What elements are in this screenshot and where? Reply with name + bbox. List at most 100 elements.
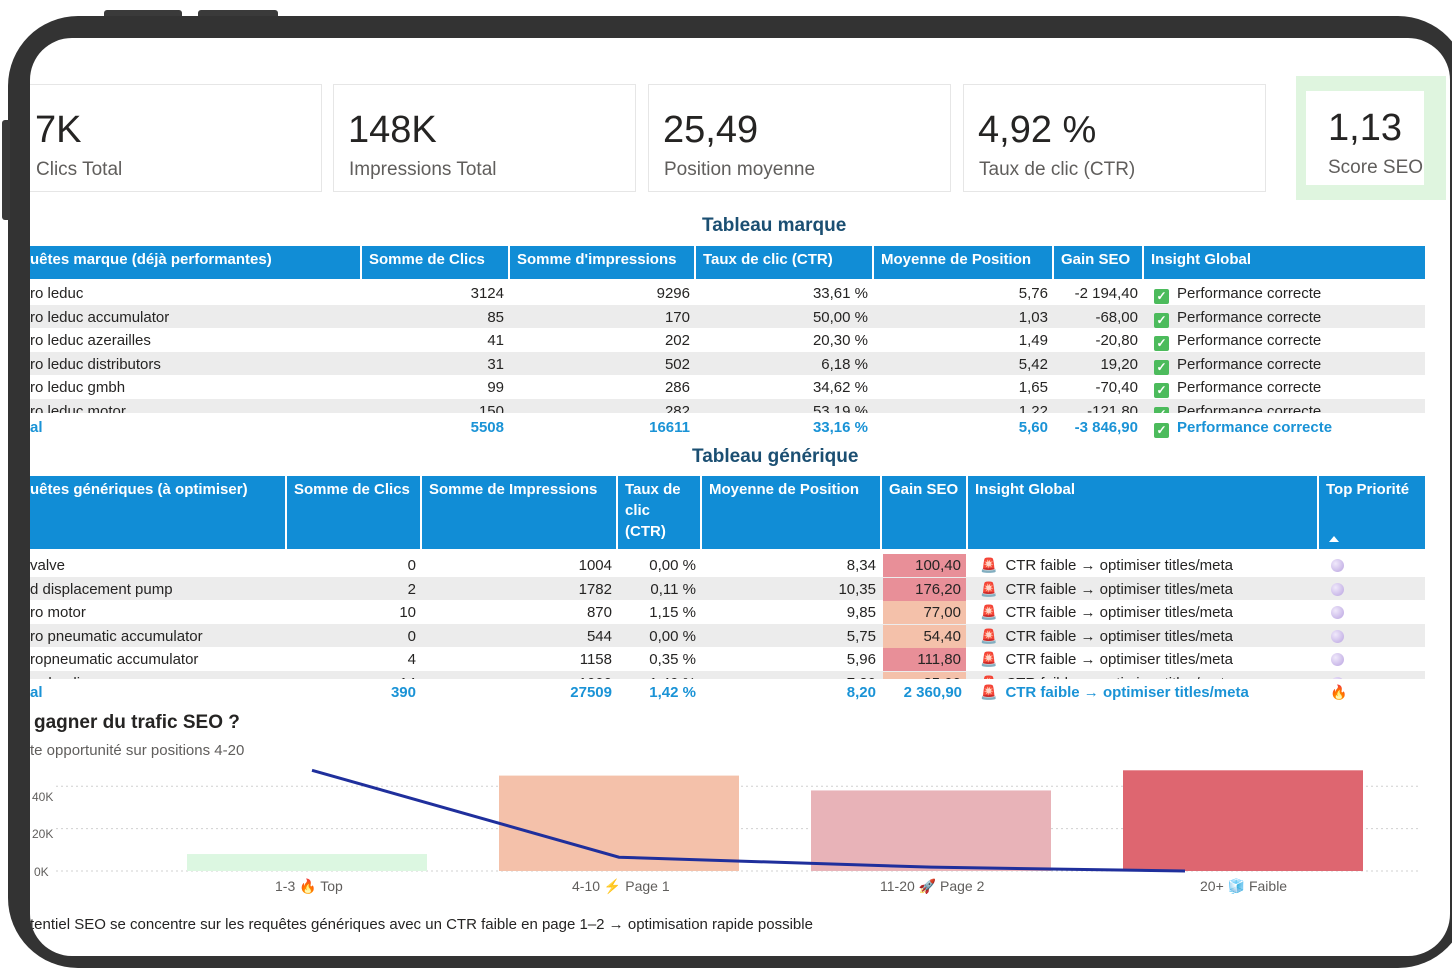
chart-title: gagner du trafic SEO ? [34,712,240,733]
kpi-value: 1,13 [1328,107,1402,149]
table-cell: 4 [407,651,416,668]
table-row[interactable]: valve 0 1004 0,00 % 8,34 100,40 🚨 CTR faible → … [30,554,1450,577]
column-header[interactable]: Taux de clic (CTR) [696,246,874,279]
total-ctr: 1,42 % [649,684,696,701]
table-cell: 34,62 % [812,379,868,396]
insight-text: Performance correcte [1177,379,1322,396]
priority-dot-icon [1331,629,1344,643]
table-row[interactable]: ro leduc accumulator 85 170 50,00 % 1,03 -68,… [30,306,1450,329]
column-header[interactable]: uêtes marque (déjà performantes) [30,246,362,279]
insight-text: Performance correcte [1177,402,1322,413]
insight-text: Performance correcte [1177,285,1322,302]
table-cell: 1000 [422,672,612,679]
total-insight-text: CTR faible → optimiser titles/meta [1005,684,1249,701]
table-cell: ro leduc accumulator [30,308,170,326]
table-cell: 9296 [656,285,690,302]
table-row[interactable]: ro leduc 3124 9296 33,61 % 5,76 -2 194,40 ✓ Per… [30,282,1450,305]
bar [1123,770,1363,871]
table-cell: 1004 [578,557,612,574]
table-cell: 50,00 % [812,308,868,326]
sort-ascending-icon[interactable] [1329,536,1339,542]
column-header[interactable]: Somme de Clics [362,246,510,279]
priority-dot-icon [1331,606,1344,619]
siren-icon: 🚨 [980,684,998,700]
total-clicks: 390 [390,684,416,701]
table-cell: 2 [407,580,416,598]
table-cell: 6,18 % [821,355,868,373]
insight-cell: 🚨 CTR faible → optimiser titles/meta [980,554,1315,577]
gain-seo-cell: 54,40 [883,624,966,648]
table-row[interactable]: rodraulic 14 1000 1,40 % 7,20 85,00 🚨 CTR faibl… [30,671,1450,679]
table-cell: 150 [478,402,504,413]
total-impressions: 16611 [649,419,690,436]
insight-text: CTR faible → optimiser titles/meta [1005,627,1234,645]
kpi-label: Position moyenne [664,159,816,180]
table-cell: 544 [586,627,612,645]
table-cell: 0,35 % [649,651,696,668]
insight-text: CTR faible → optimiser titles/meta [1005,604,1234,621]
total-insight: ✓ Performance correcte [1154,416,1332,439]
column-header[interactable]: Moyenne de Position [702,476,882,549]
series-line [311,768,1186,873]
kpi-label: Score SEO [1328,157,1424,178]
table-row[interactable]: ro leduc distributors 31 502 6,18 % 5,42 19,2… [30,353,1450,376]
table-row[interactable]: d displacement pump 2 1782 0,11 % 10,35 176,2… [30,577,1450,601]
bar [187,854,427,871]
table-row[interactable]: ro leduc azerailles 41 202 20,30 % 1,49 -20,8… [30,329,1450,352]
gain-seo-cell: 77,00 [883,601,966,624]
table-cell: ro leduc [30,285,84,302]
column-header[interactable]: Moyenne de Position [874,246,1054,279]
column-header[interactable]: uêtes génériques (à optimiser) [30,476,287,549]
table-cell: ro leduc gmbh [30,379,126,396]
gain-seo-cell: 100,40 [883,554,966,577]
insight-text: CTR faible → optimiser titles/meta [1005,580,1234,598]
column-header[interactable]: Insight Global [968,476,1319,549]
column-header[interactable]: Top Priorité [1319,476,1425,549]
siren-icon: 🚨 [980,604,998,620]
table-cell: 1,40 % [618,672,696,679]
check-icon: ✓ [1154,336,1169,351]
table-row[interactable]: ro pneumatic accumulator 0 544 0,00 % 5,75 54… [30,624,1450,648]
brand-table-title: Tableau marque [702,215,847,236]
table-cell: 85 [487,308,504,326]
insight-text: CTR faible → optimiser titles/meta [1005,675,1233,679]
insight-cell: ✓ Performance correcte [1154,306,1424,329]
table-cell: -70,40 [1095,379,1138,396]
gain-seo-cell: 111,80 [883,648,966,671]
table-cell: 1,49 [1018,332,1048,349]
column-header[interactable]: Gain SEO [1054,246,1144,279]
column-header[interactable]: Gain SEO [882,476,968,549]
total-position: 8,20 [846,684,876,701]
column-header[interactable]: Taux de clic (CTR) [618,476,702,549]
check-icon: ✓ [1154,359,1169,375]
table-row[interactable]: ro motor 10 870 1,15 % 9,85 77,00 🚨 CTR faible … [30,601,1450,624]
table-cell: 33,61 % [812,285,868,302]
column-header[interactable]: Somme d'impressions [510,246,696,279]
insight-cell: ✓ Performance correcte [1154,329,1424,352]
table-cell: ro motor [30,604,86,621]
priority-dot-icon [1331,559,1344,572]
table-row[interactable]: ro leduc motor 150 282 53,19 % 1,22 -121,80 ✓ P… [30,400,1450,413]
table-cell: 1,03 [1018,308,1048,326]
insight-cell: 🚨 CTR faible → optimiser titles/meta [980,625,1315,648]
table-cell: 1,15 % [649,604,696,621]
kpi-card-impressions: 148K Impressions Total [333,84,636,192]
check-icon: ✓ [1154,383,1169,398]
x-axis-label: 4-10 ⚡ Page 1 [572,878,670,894]
column-header[interactable]: Somme de Impressions [422,476,618,549]
kpi-card-ctr: 4,92 % Taux de clic (CTR) [963,84,1266,192]
check-icon: ✓ [1154,423,1169,438]
table-cell: 170 [664,308,690,326]
gain-seo-cell: 176,20 [883,577,966,601]
table-cell: 8,34 [846,557,876,574]
table-cell: 282 [664,402,690,413]
total-label: al [30,684,43,701]
siren-icon: 🚨 [980,580,998,597]
column-header[interactable]: Somme de Clics [287,476,422,549]
table-cell: 41 [487,332,504,349]
table-row[interactable]: ro leduc gmbh 99 286 34,62 % 1,65 -70,40 ✓ Perf… [30,376,1450,399]
column-header[interactable]: Insight Global [1144,246,1425,279]
table-row[interactable]: ropneumatic accumulator 4 1158 0,35 % 5,96 11… [30,648,1450,671]
table-cell: d displacement pump [30,580,173,598]
device-side-button [2,120,10,220]
